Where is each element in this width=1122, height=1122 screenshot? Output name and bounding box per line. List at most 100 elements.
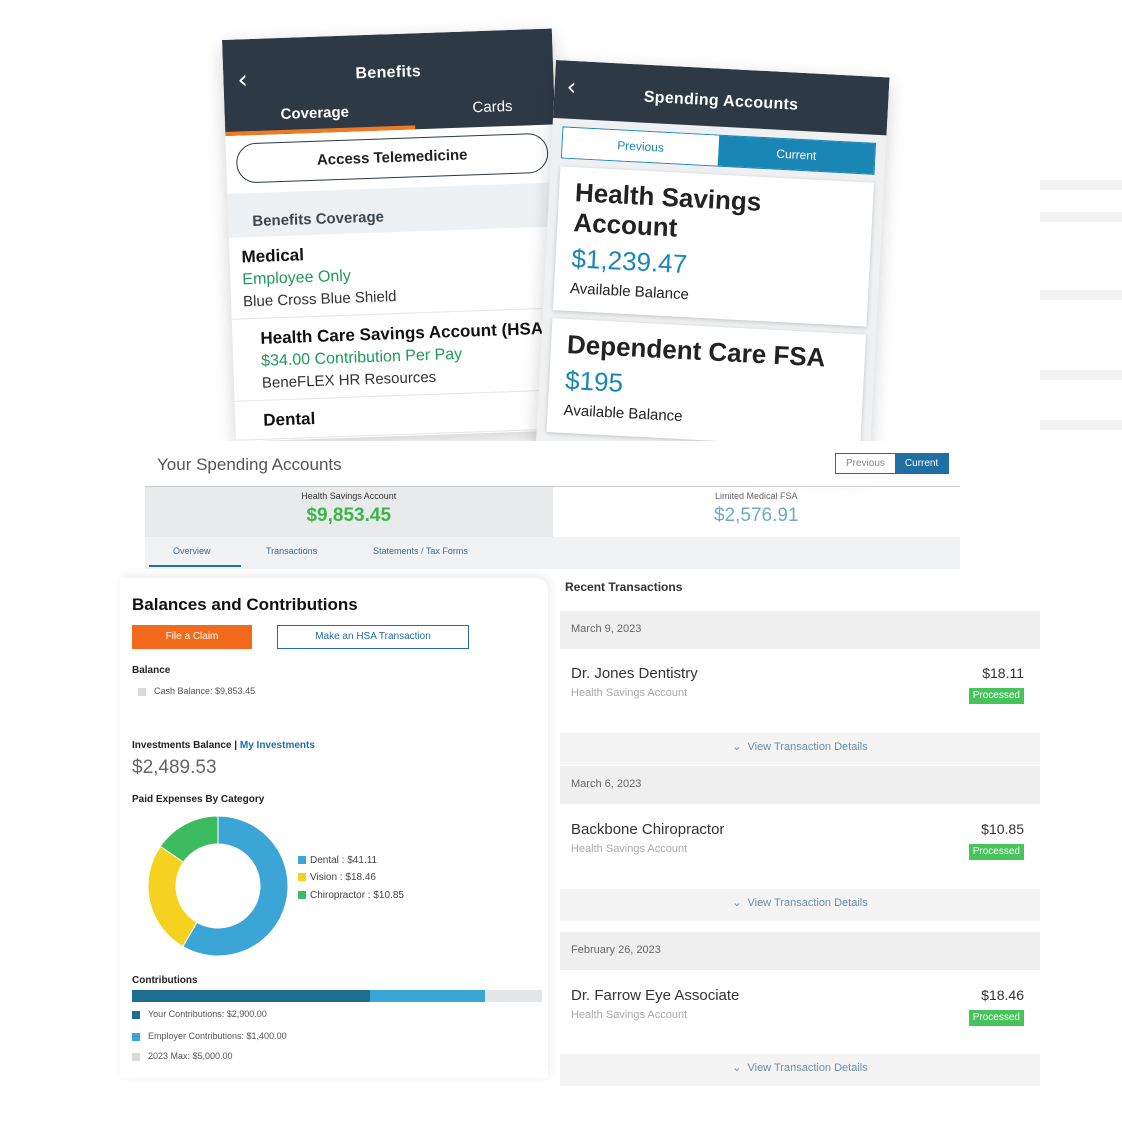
bg-stripe xyxy=(1040,290,1122,300)
employer-contributions: Employer Contributions: $1,400.00 xyxy=(148,1031,287,1041)
transaction-merchant: Backbone Chiropractor xyxy=(571,821,725,838)
spending-accounts-bar: Your Spending Accounts Previous Current xyxy=(145,441,960,487)
tab-transactions[interactable]: Transactions xyxy=(266,546,317,556)
account-name: Limited Medical FSA xyxy=(714,491,798,501)
transaction-merchant: Dr. Farrow Eye Associate xyxy=(571,987,740,1004)
view-transaction-details-link[interactable]: ⌄ View Transaction Details xyxy=(560,889,1040,921)
legend-swatch xyxy=(138,688,146,696)
transaction-account: Health Savings Account xyxy=(571,1009,688,1021)
spending-header: ‹ Spending Accounts xyxy=(552,60,890,136)
tab-cards[interactable]: Cards xyxy=(472,98,513,116)
page-title: Your Spending Accounts xyxy=(157,455,342,474)
bg-stripe xyxy=(1040,420,1122,430)
transaction-amount: $18.46 xyxy=(981,987,1024,1003)
account-summary-fsa[interactable]: Limited Medical FSA $2,576.91 xyxy=(553,487,961,537)
file-claim-button[interactable]: File a Claim xyxy=(132,625,252,649)
legend-label: Vision : $18.46 xyxy=(310,872,376,883)
contributions-label: Contributions xyxy=(132,975,198,986)
legend-swatch xyxy=(298,873,306,882)
legend-item-vision: Vision : $18.46 xyxy=(298,872,376,883)
toggle-previous[interactable]: Previous xyxy=(836,454,895,473)
bg-stripe xyxy=(1040,180,1122,190)
coverage-item-hsa[interactable]: Health Care Savings Account (HSA) $34.00… xyxy=(231,308,565,402)
transaction-date-header: March 9, 2023 xyxy=(560,611,1040,649)
balances-title: Balances and Contributions xyxy=(132,595,358,614)
account-card-hsa[interactable]: Health Savings Account $1,239.47 Availab… xyxy=(552,166,875,327)
benefits-title: Benefits xyxy=(355,63,422,83)
legend-item-chiropractor: Chiropractor : $10.85 xyxy=(298,890,404,901)
contribution-max: 2023 Max: $5,000.00 xyxy=(148,1051,233,1061)
toggle-current[interactable]: Current xyxy=(717,135,876,174)
contribution-segment-employer xyxy=(369,990,485,1002)
period-toggle: Previous Current xyxy=(560,126,877,175)
benefits-phone-screen: ‹ Benefits Coverage Cards Access Telemed… xyxy=(222,28,566,442)
tab-overview[interactable]: Overview xyxy=(173,546,211,556)
transaction-amount: $18.11 xyxy=(982,665,1024,681)
toggle-previous[interactable]: Previous xyxy=(561,127,720,166)
view-details-label: View Transaction Details xyxy=(747,897,868,909)
coverage-item-medical[interactable]: Medical Employee Only Blue Cross Blue Sh… xyxy=(228,226,562,320)
account-summary-hsa[interactable]: Health Savings Account $9,853.45 xyxy=(145,487,553,537)
status-badge: Processed xyxy=(968,844,1024,860)
cash-balance: Cash Balance: $9,853.45 xyxy=(154,686,256,696)
status-badge: Processed xyxy=(968,1010,1024,1026)
recent-transactions-title: Recent Transactions xyxy=(565,580,683,594)
transaction-row[interactable]: Dr. Jones Dentistry Health Savings Accou… xyxy=(560,653,1040,731)
contributions-bar xyxy=(132,990,542,1002)
transaction-account: Health Savings Account xyxy=(571,843,688,855)
period-toggle: Previous Current xyxy=(835,453,950,474)
label-separator: | xyxy=(234,740,238,751)
contribution-segment-your xyxy=(132,990,370,1002)
legend-swatch xyxy=(298,856,306,865)
investments-label: Investments Balance | My Investments xyxy=(132,740,315,751)
donut-slice-vision xyxy=(147,845,198,948)
transaction-amount: $10.85 xyxy=(981,821,1024,837)
account-card-fsa[interactable]: Dependent Care FSA $195 Available Balanc… xyxy=(546,318,867,449)
bg-stripe xyxy=(1040,370,1122,380)
transaction-merchant: Dr. Jones Dentistry xyxy=(571,665,698,682)
investments-value: $2,489.53 xyxy=(132,757,217,778)
legend-swatch xyxy=(298,891,306,900)
account-amount: $2,576.91 xyxy=(713,505,799,526)
legend-label: Chiropractor : $10.85 xyxy=(310,890,404,901)
paid-expenses-donut-chart xyxy=(147,815,289,957)
balance-label: Balance xyxy=(132,665,171,676)
legend-swatch xyxy=(132,1033,140,1041)
account-name: Health Savings Account xyxy=(301,491,397,501)
balances-panel: Balances and Contributions File a Claim … xyxy=(120,578,548,1078)
view-transaction-details-link[interactable]: ⌄ View Transaction Details xyxy=(560,733,1040,765)
bg-stripe xyxy=(1040,212,1122,222)
access-telemedicine-button[interactable]: Access Telemedicine xyxy=(235,132,549,184)
account-amount: $9,853.45 xyxy=(306,505,392,526)
make-hsa-transaction-button[interactable]: Make an HSA Transaction xyxy=(277,625,469,649)
status-badge: Processed xyxy=(968,688,1024,704)
account-summary-row: Health Savings Account $9,853.45 Limited… xyxy=(145,487,960,537)
legend-label: Dental : $41.11 xyxy=(310,855,378,866)
view-details-label: View Transaction Details xyxy=(747,1062,868,1074)
transaction-row[interactable]: Backbone Chiropractor Health Savings Acc… xyxy=(560,809,1040,887)
transaction-date-header: March 6, 2023 xyxy=(560,766,1040,804)
your-contributions: Your Contributions: $2,900.00 xyxy=(148,1009,267,1019)
tab-statements[interactable]: Statements / Tax Forms xyxy=(373,546,468,556)
chevron-down-icon: ⌄ xyxy=(732,740,742,753)
paid-expenses-label: Paid Expenses By Category xyxy=(132,794,265,805)
investments-label-text: Investments Balance xyxy=(132,740,232,751)
chevron-down-icon: ⌄ xyxy=(732,1061,742,1074)
coverage-item-title: Dental xyxy=(262,408,316,430)
transaction-account: Health Savings Account xyxy=(571,687,688,699)
chevron-down-icon: ⌄ xyxy=(732,896,742,909)
account-card-title: Health Savings Account xyxy=(572,177,763,243)
legend-item-dental: Dental : $41.11 xyxy=(298,855,377,866)
legend-swatch xyxy=(132,1011,140,1019)
active-tab-indicator xyxy=(149,565,241,567)
transaction-date-header: February 26, 2023 xyxy=(560,932,1040,970)
view-transaction-details-link[interactable]: ⌄ View Transaction Details xyxy=(560,1054,1040,1086)
my-investments-link[interactable]: My Investments xyxy=(240,740,315,751)
legend-swatch xyxy=(132,1053,140,1061)
account-tabs: Overview Transactions Statements / Tax F… xyxy=(145,537,960,569)
tab-coverage[interactable]: Coverage xyxy=(280,104,349,123)
transaction-row[interactable]: Dr. Farrow Eye Associate Health Savings … xyxy=(560,975,1040,1053)
toggle-current[interactable]: Current xyxy=(894,454,949,473)
spending-title: Spending Accounts xyxy=(643,88,799,114)
spending-phone-screen: ‹ Spending Accounts Previous Current Hea… xyxy=(535,60,890,473)
